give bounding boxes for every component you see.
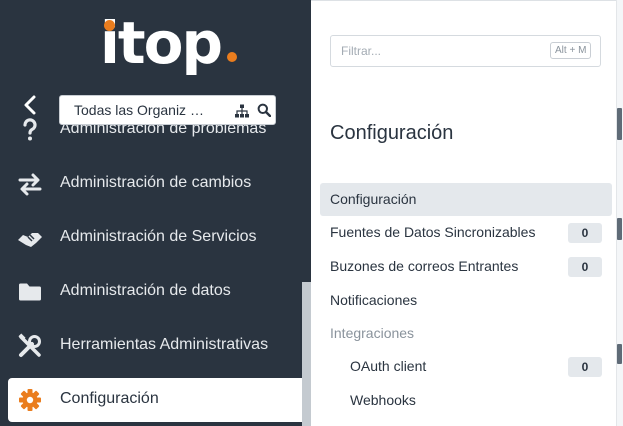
sidebar-scrollbar[interactable] [302,282,311,426]
background-page-marker [617,344,622,364]
sidebar-item-label: Administración de cambios [60,174,252,191]
sidebar-item-label: Administración de Servicios [60,228,257,245]
count-badge: 0 [568,357,602,377]
organization-selector[interactable]: Todas las Organiz … [59,95,276,125]
handshake-icon [18,233,42,247]
sidebar-item-admin-tools[interactable]: Herramientas Administrativas [0,324,302,368]
logo-period-dot [227,52,237,62]
submenu-item-label: Webhooks [350,392,416,408]
folder-icon [19,283,41,301]
exchange-arrows-icon [18,173,42,196]
menu-filter-field[interactable]: Alt + M [330,35,601,67]
submenu-item-sync-data-sources[interactable]: Fuentes de Datos Sincronizables 0 [320,216,612,249]
submenu-group-integrations: Integraciones [320,317,612,350]
submenu-item-webhooks[interactable]: Webhooks [320,384,612,417]
itop-logo[interactable]: itop [100,8,250,84]
submenu-item-oauth-client[interactable]: OAuth client 0 [320,350,612,383]
sidebar: itop Administración de problemas Adminis… [0,0,311,426]
submenu-item-label: Configuración [330,191,417,207]
submenu-group-label: Integraciones [330,325,415,341]
count-badge: 0 [568,223,602,243]
sitemap-icon[interactable] [235,104,249,118]
submenu-item-label: OAuth client [350,358,427,374]
configuration-submenu-panel: Alt + M Configuración Configuración Fuen… [311,0,623,426]
submenu-item-label: Notificaciones [330,292,418,308]
panel-title: Configuración [330,122,454,144]
sidebar-item-services[interactable]: Administración de Servicios [0,216,302,260]
submenu-item-configuration[interactable]: Configuración [320,183,612,216]
menu-filter-input[interactable] [341,44,541,58]
question-icon [23,118,37,141]
tools-icon [18,333,41,357]
search-icon[interactable] [257,103,271,117]
sidebar-item-label: Configuración [60,390,159,407]
submenu-item-incoming-mailboxes[interactable]: Buzones de correos Entrantes 0 [320,250,612,283]
logo-i-dot [104,20,115,31]
gear-icon [19,389,41,411]
submenu-item-label: Fuentes de Datos Sincronizables [330,224,536,240]
sidebar-item-changes[interactable]: Administración de cambios [0,162,302,206]
submenu-item-label: Buzones de correos Entrantes [330,258,519,274]
logo-text: itop [100,9,223,77]
background-page-marker [617,218,622,240]
sidebar-item-configuration[interactable]: Configuración [8,378,302,422]
submenu-item-notifications[interactable]: Notificaciones [320,284,612,317]
background-page-marker [617,108,622,140]
organization-selector-value: Todas las Organiz … [74,102,204,118]
sidebar-item-label: Administración de datos [60,282,231,299]
sidebar-item-data[interactable]: Administración de datos [0,270,302,314]
keyboard-shortcut-hint: Alt + M [550,42,592,59]
sidebar-item-label: Herramientas Administrativas [60,336,269,353]
count-badge: 0 [568,257,602,277]
